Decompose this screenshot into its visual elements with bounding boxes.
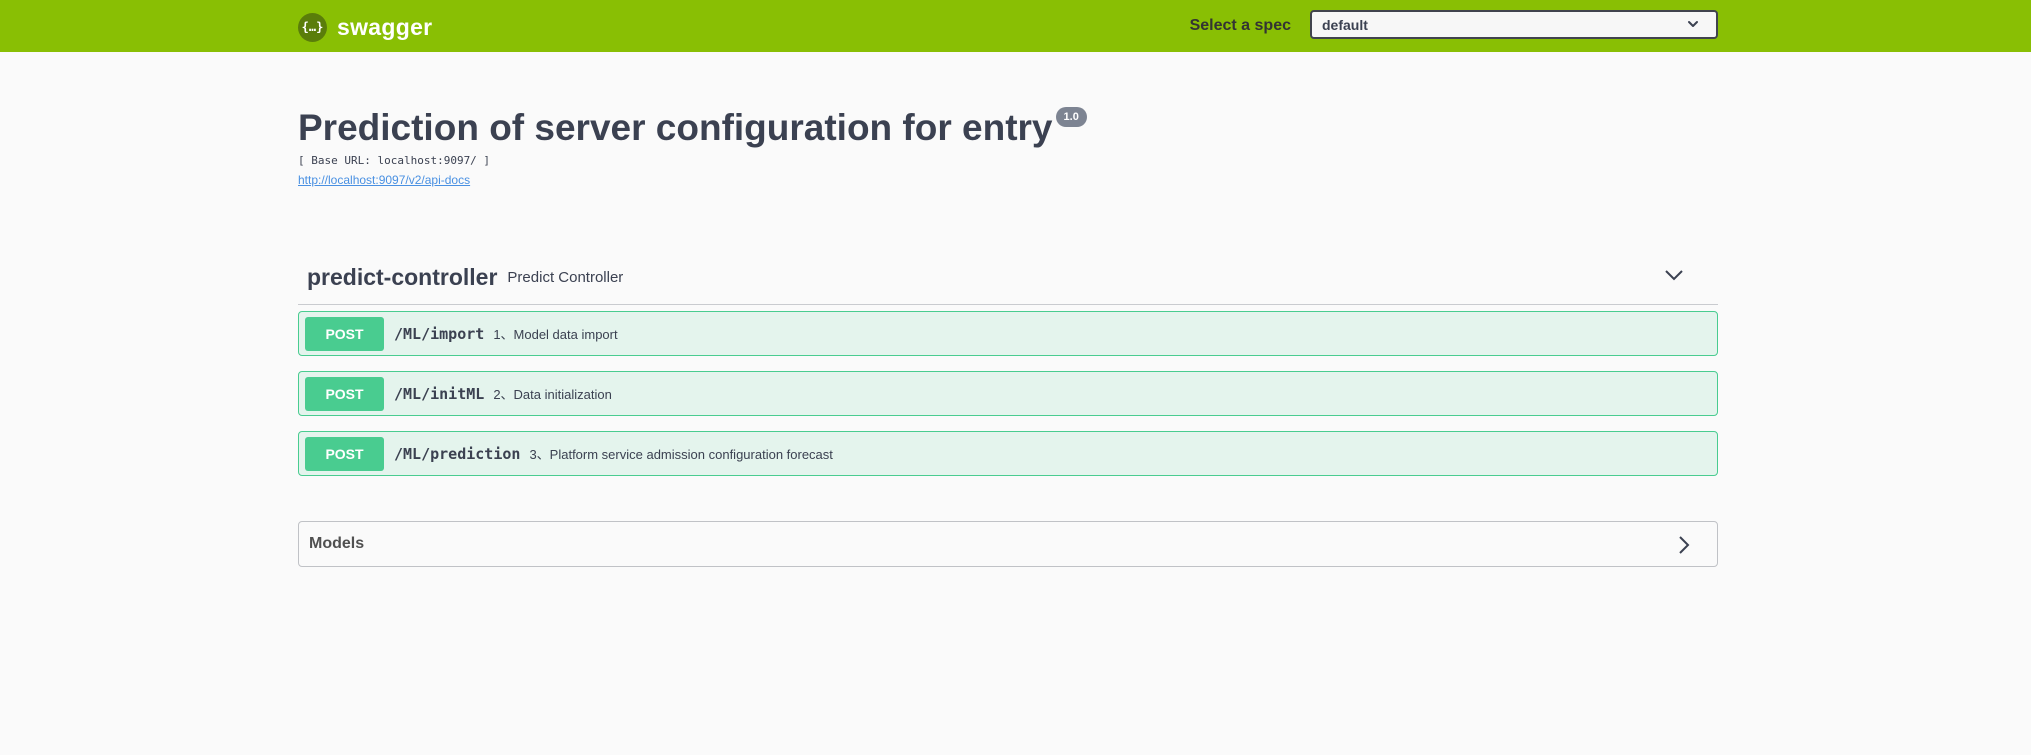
title-row: Prediction of server configuration for e…: [298, 104, 1718, 152]
spec-select-value: default: [1322, 16, 1368, 33]
chevron-down-icon: [1688, 21, 1698, 27]
method-badge: POST: [305, 436, 384, 471]
spec-label: Select a spec: [1189, 17, 1291, 34]
method-badge: POST: [305, 316, 384, 351]
tag-name: predict-controller: [307, 263, 498, 290]
topbar-inner: {…} swagger Select a spec default: [298, 0, 1718, 52]
operation-summary: 2、Data initialization: [493, 387, 612, 402]
base-url: [ Base URL: localhost:9097/ ]: [298, 154, 491, 167]
api-docs-link[interactable]: http://localhost:9097/v2/api-docs: [298, 173, 470, 187]
models-section[interactable]: Models: [298, 521, 1718, 567]
topbar: {…} swagger Select a spec default: [0, 0, 2031, 52]
version-badge: 1.0: [1055, 107, 1087, 127]
operation-initml[interactable]: POST /ML/initML 2、Data initialization: [298, 371, 1718, 416]
operation-import[interactable]: POST /ML/import 1、Model data import: [298, 311, 1718, 356]
operation-summary: 3、Platform service admission configurati…: [529, 447, 833, 462]
info-section: Prediction of server configuration for e…: [298, 104, 1718, 189]
swagger-logo-icon: {…}: [298, 12, 327, 42]
operation-path: /ML/import: [394, 324, 485, 343]
chevron-right-icon[interactable]: [1677, 535, 1691, 555]
tag-description: Predict Controller: [507, 268, 624, 286]
operation-prediction[interactable]: POST /ML/prediction 3、Platform service a…: [298, 431, 1718, 476]
swagger-logo[interactable]: {…} swagger: [298, 12, 432, 42]
logo-text: swagger: [337, 13, 433, 40]
logo-glyph: {…}: [301, 20, 324, 34]
page-title: Prediction of server configuration for e…: [298, 107, 1053, 148]
tag-predict-controller[interactable]: predict-controller Predict Controller: [298, 250, 1718, 305]
spec-select[interactable]: default: [1310, 10, 1718, 39]
operation-summary: 1、Model data import: [493, 327, 618, 342]
method-badge: POST: [305, 376, 384, 411]
chevron-down-icon[interactable]: [1664, 268, 1684, 282]
models-title: Models: [309, 535, 365, 552]
operation-path: /ML/initML: [394, 384, 485, 403]
operation-path: /ML/prediction: [394, 444, 521, 463]
